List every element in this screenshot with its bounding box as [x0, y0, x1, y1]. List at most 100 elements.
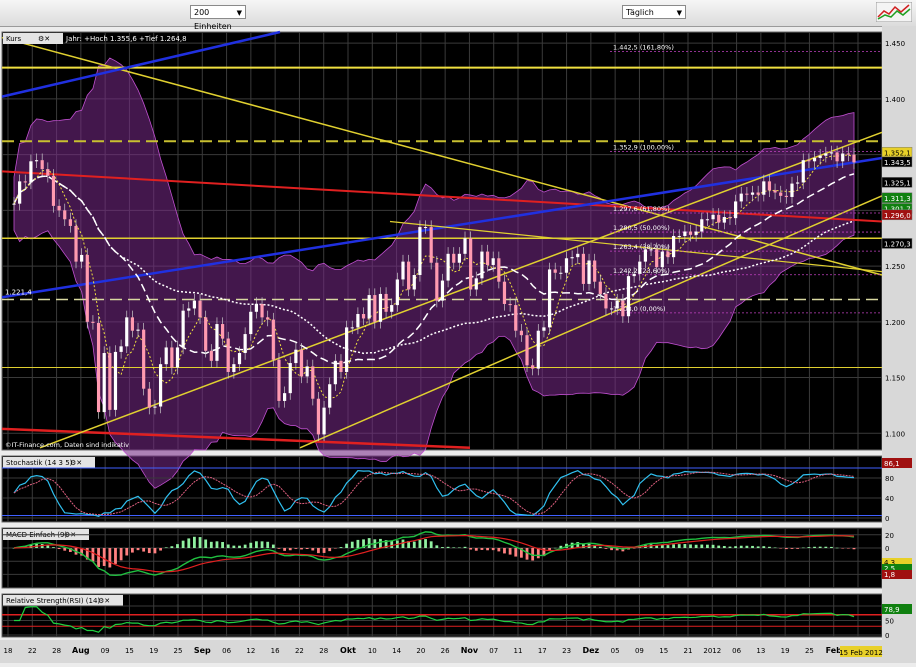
macd-histogram-bar — [536, 548, 540, 559]
candle-body — [232, 364, 236, 372]
candle-body — [277, 359, 281, 401]
macd-histogram-bar — [683, 544, 687, 548]
candle-body — [666, 251, 670, 258]
candle-body — [226, 338, 230, 372]
candle-body — [18, 181, 22, 204]
value-tag-text: 1.296,0 — [884, 212, 911, 220]
candle-body — [705, 219, 710, 221]
value-tag: 1.296,0 — [881, 209, 913, 221]
candle-body — [407, 261, 411, 290]
y-tick-label: 1.150 — [885, 375, 905, 383]
macd-histogram-bar — [57, 548, 61, 550]
value-tag: 1.270,3 — [881, 238, 913, 249]
candle-body — [80, 254, 84, 262]
macd-histogram-bar — [181, 540, 185, 548]
candle-body — [170, 347, 174, 368]
candle-body — [457, 253, 461, 263]
candle-body — [412, 274, 416, 290]
panel-title-text: Kurs — [6, 35, 22, 43]
candle-body — [316, 398, 321, 435]
candle-body — [435, 262, 439, 301]
macd-histogram-bar — [694, 544, 698, 548]
candle-body — [553, 269, 557, 273]
candle-body — [187, 308, 191, 311]
chart-logo-icon[interactable] — [876, 2, 912, 22]
candle-body — [688, 231, 693, 235]
macd-histogram-bar — [102, 548, 106, 566]
macd-histogram-bar — [768, 546, 771, 548]
candle-body — [756, 192, 760, 195]
candle-body — [429, 227, 433, 263]
candle-body — [254, 303, 259, 312]
candle-body — [564, 258, 569, 273]
candle-body — [638, 261, 642, 274]
candle-body — [113, 351, 118, 410]
interval-dropdown-value: Täglich — [626, 8, 654, 17]
fibonacci-label: 1.263,4 (38,20%) — [613, 243, 670, 251]
candle-body — [531, 365, 535, 369]
y-tick-label: 80 — [885, 475, 894, 483]
macd-histogram-bar — [508, 548, 512, 555]
macd-histogram-bar — [610, 548, 613, 551]
wrench-icon: ⚙✕ — [38, 35, 50, 43]
candle-body — [587, 260, 591, 284]
candle-body — [390, 305, 394, 312]
candle-body — [130, 317, 134, 331]
x-tick-label: 25 — [805, 647, 814, 655]
candle-body — [829, 152, 834, 154]
candle-body — [542, 327, 546, 331]
macd-histogram-bar — [350, 541, 354, 548]
fibonacci-label: 1.208,0 (0,00%) — [613, 305, 666, 313]
macd-histogram-bar — [818, 546, 822, 548]
macd-histogram-bar — [260, 541, 264, 548]
candle-body — [136, 329, 140, 331]
y-tick-label: 1.400 — [885, 96, 905, 104]
source-text: ©IT-Finance.com, Daten sind indikativ — [5, 441, 129, 449]
units-dropdown[interactable]: 200 Einheiten ▼ — [190, 5, 246, 31]
candle-body — [249, 311, 253, 335]
x-tick-label: 06 — [732, 647, 741, 655]
candle-body — [717, 214, 721, 223]
date-tag-text: 15 Feb 2012 — [839, 649, 883, 657]
candle-body — [356, 314, 360, 328]
x-tick-label: 28 — [52, 647, 61, 655]
macd-histogram-bar — [119, 548, 123, 561]
x-tick-label: 14 — [392, 647, 401, 655]
candle-body — [74, 225, 78, 262]
candle-body — [497, 258, 501, 282]
candle-body — [373, 295, 377, 322]
candle-body — [260, 303, 264, 318]
macd-histogram-bar — [474, 548, 478, 551]
candle-body — [423, 227, 428, 229]
interval-dropdown[interactable]: Täglich ▼ — [622, 5, 686, 19]
chevron-down-icon: ▼ — [236, 9, 242, 17]
candle-body — [142, 329, 146, 389]
price-info: Jahr: +Hoch 1.355,6 +Tief 1.264,8 — [65, 35, 187, 43]
candle-body — [63, 210, 67, 220]
candle-body — [581, 253, 585, 284]
fibonacci-label: 1.280,5 (50,00%) — [613, 224, 670, 232]
x-tick-label: Dez — [582, 646, 599, 655]
candle-body — [367, 295, 371, 319]
x-tick-label: 25 — [174, 647, 183, 655]
candle-body — [311, 366, 315, 399]
macd-histogram-bar — [728, 546, 732, 548]
macd-histogram-bar — [356, 539, 360, 548]
macd-histogram-bar — [176, 544, 179, 548]
candle-body — [615, 300, 619, 309]
stochastic-panel — [1, 455, 883, 523]
price-left-label: 1.221,4 — [5, 288, 32, 296]
macd-histogram-bar — [288, 548, 292, 551]
x-tick-label: 05 — [611, 647, 620, 655]
macd-histogram-bar — [830, 546, 833, 548]
candle-body — [333, 360, 337, 385]
macd-histogram-bar — [266, 541, 270, 548]
candle-body — [243, 334, 247, 354]
panel-title: Relative Strength(RSI) (14)⚙✕ — [3, 595, 123, 606]
macd-histogram-bar — [441, 547, 444, 548]
y-tick-label: 20 — [885, 532, 894, 540]
candle-body — [677, 235, 681, 237]
macd-histogram-bar — [486, 548, 489, 551]
y-tick-label: 1.100 — [885, 430, 905, 438]
chart-canvas[interactable]: 18 22 28 Aug 09 15 19 25 Sep 06 12 16 22 28 Okt 10 14 20 2… — [0, 26, 916, 663]
